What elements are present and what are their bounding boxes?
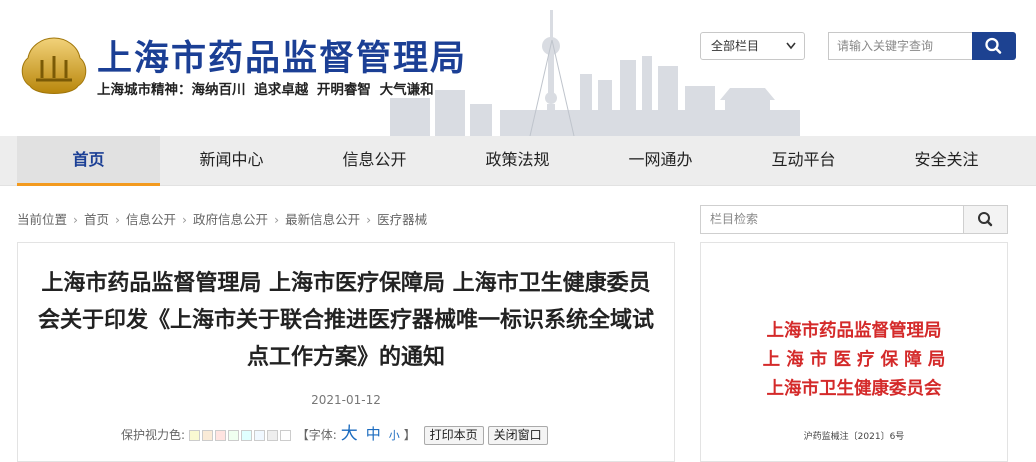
color-swatch[interactable] <box>279 430 291 441</box>
nav-item-interaction[interactable]: 互动平台 <box>732 136 875 186</box>
article-title: 上海市药品监督管理局 上海市医疗保障局 上海市卫生健康委员会关于印发《上海市关于… <box>37 271 654 370</box>
search-input[interactable]: 请输入关键字查询 <box>828 32 973 60</box>
color-swatch[interactable] <box>214 430 226 441</box>
color-swatch[interactable] <box>201 430 213 441</box>
scope-select[interactable]: 全部栏目 <box>700 32 805 60</box>
article-date: 2021-01-12 <box>311 393 381 407</box>
color-swatch[interactable] <box>266 430 278 441</box>
breadcrumb-separator: › <box>182 212 188 227</box>
nav-item-info-public[interactable]: 信息公开 <box>303 136 446 186</box>
breadcrumb-item[interactable]: 政府信息公开 <box>193 209 268 228</box>
nav-item-policy[interactable]: 政策法规 <box>446 136 589 186</box>
breadcrumb-separator: › <box>274 212 280 227</box>
color-swatch[interactable] <box>188 430 200 441</box>
close-window-button[interactable]: 关闭窗口 <box>487 426 548 445</box>
breadcrumb-item[interactable]: 医疗器械 <box>377 209 427 228</box>
protect-color-label: 保护视力色: <box>121 428 186 442</box>
color-swatch[interactable] <box>253 430 265 441</box>
font-medium-button[interactable]: 中 <box>366 425 381 443</box>
city-motto: 上海城市精神：海纳百川 追求卓越 开明睿智 大气谦和 <box>97 82 434 98</box>
search-icon <box>978 212 993 227</box>
breadcrumb-separator: › <box>115 212 121 227</box>
breadcrumb-separator: › <box>366 212 372 227</box>
column-search-button[interactable] <box>963 205 1008 234</box>
search-button[interactable] <box>972 32 1016 60</box>
nav-item-news[interactable]: 新闻中心 <box>160 136 303 186</box>
chevron-down-icon <box>786 33 796 69</box>
color-swatch[interactable] <box>240 430 252 441</box>
site-header: 上海市药品监督管理局 上海城市精神：海纳百川 追求卓越 开明睿智 大气谦和 全部… <box>0 0 1036 136</box>
column-search-input[interactable]: 栏目检索 <box>700 205 964 234</box>
breadcrumb-item[interactable]: 信息公开 <box>126 209 176 228</box>
nav-item-safety[interactable]: 安全关注 <box>875 136 1018 186</box>
nav-item-home[interactable]: 首页 <box>17 136 160 186</box>
doc-header-line: 上 海 市 医 疗 保 障 局 <box>762 350 946 370</box>
breadcrumb-prefix: 当前位置 <box>17 212 68 227</box>
font-large-button[interactable]: 大 <box>341 424 358 444</box>
nav-item-one-stop[interactable]: 一网通办 <box>589 136 732 186</box>
breadcrumb-item[interactable]: 最新信息公开 <box>285 209 360 228</box>
document-image[interactable]: 上海市药品监督管理局 上 海 市 医 疗 保 障 局 上海市卫生健康委员会 沪药… <box>700 242 1008 462</box>
scope-select-value: 全部栏目 <box>711 39 760 53</box>
font-size-label-close: 】 <box>403 428 416 442</box>
article-panel: 上海市药品监督管理局 上海市医疗保障局 上海市卫生健康委员会关于印发《上海市关于… <box>17 242 675 462</box>
doc-header-line: 上海市药品监督管理局 <box>766 321 942 341</box>
font-small-button[interactable]: 小 <box>389 429 400 442</box>
doc-header-line: 上海市卫生健康委员会 <box>766 379 942 399</box>
breadcrumb-separator: › <box>73 212 79 227</box>
article-tools: 保护视力色: 【字体: 大中小】 打印本页 关闭窗口 <box>121 419 548 445</box>
font-size-label: 【字体: <box>296 428 337 442</box>
site-title[interactable]: 上海市药品监督管理局 <box>97 30 467 81</box>
search-icon <box>985 37 1002 54</box>
sh-logo-icon <box>21 37 87 94</box>
print-button[interactable]: 打印本页 <box>423 426 484 445</box>
breadcrumb: 当前位置 › 首页 › 信息公开 › 政府信息公开 › 最新信息公开 › 医疗器械 <box>17 209 427 228</box>
breadcrumb-item[interactable]: 首页 <box>84 209 109 228</box>
doc-number: 沪药监械注〔2021〕6号 <box>803 432 905 442</box>
main-nav: 首页 新闻中心 信息公开 政策法规 一网通办 互动平台 安全关注 <box>0 136 1036 186</box>
color-swatch[interactable] <box>227 430 239 441</box>
